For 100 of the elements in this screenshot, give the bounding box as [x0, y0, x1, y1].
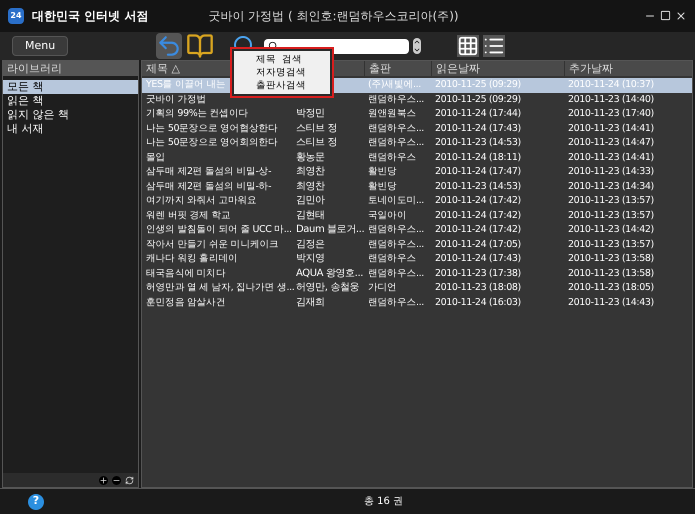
table-row[interactable]: 삼두매 제2편 돌섬의 비밀-상- 최영찬 활빈당 2010-11-24 (17:47) 2010-11-23 (14:33): [142, 165, 692, 180]
table-cell: 황농문: [296, 152, 325, 162]
table-cell: 김민아: [296, 195, 325, 206]
table-cell-text: 2010-11-23 (14:47): [567, 136, 655, 150]
spin-buttons[interactable]: [413, 38, 422, 54]
table-cell: 훈민정음 암살사건: [146, 296, 226, 308]
table-cell: AQUA 왕영호...: [296, 268, 364, 278]
table-cell-text: 랜덤하우스: [367, 252, 418, 266]
table-row[interactable]: 워렌 버핏 경제 학교 김현태 국일아이 2010-11-24 (17:42) 2010-11-23 (13:57): [142, 208, 692, 223]
menu-item[interactable]: 제목 검색: [234, 53, 330, 66]
refresh-icon[interactable]: [125, 476, 134, 484]
table-cell: 작아서 만들기 쉬운 미니케이크: [146, 238, 279, 250]
remove-icon[interactable]: [112, 476, 121, 484]
sidebar-item[interactable]: 모든 책: [3, 80, 138, 94]
table-cell-text: 2010-11-25 (09:29): [434, 78, 522, 92]
table-row[interactable]: 몰입 황농문 랜덤하우스 2010-11-24 (18:11) 2010-11-23 (14:41): [142, 150, 692, 165]
table-cell-text: 2010-11-23 (18:08): [434, 281, 522, 295]
table-cell-text: 랜덤하우스...: [367, 223, 425, 237]
table-cell-text: 2010-11-24 (10:37): [567, 78, 655, 92]
table-row[interactable]: 기획의 99%는 컨셉이다 박정민 원앤원북스 2010-11-24 (17:44) 2010-11-23 (17:40): [142, 107, 692, 122]
table-cell-text: 2010-11-23 (17:38): [434, 266, 522, 280]
table-cell: 워렌 버핏 경제 학교: [146, 210, 231, 220]
table-row[interactable]: 나는 50문장으로 영어회의한다 스티브 정 랜덤하우스... 2010-11-23 (14:53) 2010-11-23 (14:47): [142, 136, 692, 150]
table-cell-text: 2010-11-24 (18:11): [434, 150, 522, 164]
column-header[interactable]: 읽은날짜: [431, 61, 564, 76]
sidebar-item[interactable]: 읽은 책: [3, 94, 138, 108]
table-cell: 최영찬: [296, 180, 325, 192]
table-cell: 나는 50문장으로 영어회의한다: [146, 137, 278, 148]
table-row[interactable]: 허영만과 열 세 남자, 집나가면 생... 허영만, 송철웅 가디언 2010-11-23 (18:08) 2010-11-23 (18:05): [142, 281, 692, 296]
table-cell-text: 가디언: [367, 281, 398, 295]
table-cell-text: 랜덤하우스...: [367, 238, 425, 252]
table-row[interactable]: 여기까지 와줘서 고마워요 김민아 토네이도미... 2010-11-24 (17:42) 2010-11-23 (13:57): [142, 194, 692, 208]
table-cell: 스티브 정: [296, 137, 338, 148]
table-row[interactable]: 삼두매 제2편 돌섬의 비밀-하- 최영찬 활빈당 2010-11-23 (14:53) 2010-11-23 (14:34): [142, 180, 692, 194]
column-header[interactable]: 출판: [364, 61, 431, 76]
table-cell-text: 2010-11-23 (17:40): [567, 107, 655, 121]
list-view-icon[interactable]: [483, 35, 506, 57]
table-cell-text: 2010-11-23 (14:34): [567, 180, 655, 194]
sidebar-item[interactable]: 내 서재: [3, 122, 138, 136]
maximize-icon[interactable]: [660, 10, 671, 21]
table-cell-text: 랜덤하우스: [367, 150, 418, 164]
table-row[interactable]: 굿바이 가정법 랜덤하우스... 2010-11-25 (09:29) 2010-11-23 (14:40): [142, 92, 692, 107]
table-cell: 최영찬: [296, 166, 325, 177]
table-cell-text: 활빈당: [367, 180, 398, 194]
grid-view-icon[interactable]: [457, 35, 480, 57]
book-count: 총 16 권: [364, 495, 404, 509]
app-logo: 24: [8, 8, 24, 24]
table-cell-text: 2010-11-24 (16:03): [434, 296, 522, 310]
table-cell: 허영만, 송철웅: [296, 282, 360, 293]
table-cell-text: 활빈당: [367, 165, 398, 179]
table-cell: 여기까지 와줘서 고마워요: [146, 195, 257, 206]
table-cell-text: 2010-11-24 (17:42): [434, 223, 522, 237]
table-cell-text: 2010-11-25 (09:29): [434, 92, 522, 106]
table-row[interactable]: 작아서 만들기 쉬운 미니케이크 김정은 랜덤하우스... 2010-11-24 (17:05) 2010-11-23 (13:57): [142, 238, 692, 252]
table-cell: 나는 50문장으로 영어협상한다: [146, 122, 278, 134]
table-cell-text: 2010-11-23 (14:42): [567, 223, 655, 237]
table-cell: 스티브 정: [296, 122, 338, 134]
table-cell-text: 랜덤하우스...: [367, 136, 425, 150]
table-row[interactable]: 인생의 발침돌이 되어 줄 UCC 마... Daum 블로거... 랜덤하우스... 2010-11-24 (17:42) 2010-11-23 (14:42): [142, 223, 692, 238]
book-icon[interactable]: [186, 32, 214, 60]
table-cell-text: 2010-11-24 (17:47): [434, 165, 522, 179]
sidebar-item[interactable]: 읽지 않은 책: [3, 108, 138, 122]
table-row[interactable]: 훈민정음 암살사건 김재희 랜덤하우스... 2010-11-24 (16:03) 2010-11-23 (14:43): [142, 296, 692, 310]
table-cell-text: 국일아이: [367, 208, 408, 222]
table-cell: 삼두매 제2편 돌섬의 비밀-하-: [146, 180, 272, 192]
table-cell-text: 랜덤하우스...: [367, 92, 425, 106]
table-cell: 굿바이 가정법: [146, 94, 206, 104]
table-cell-text: 2010-11-24 (17:43): [434, 122, 522, 136]
menu-button[interactable]: Menu: [12, 36, 68, 56]
table-cell: 인생의 발침돌이 되어 줄 UCC 마...: [146, 224, 292, 235]
table-cell-text: 2010-11-23 (13:58): [567, 252, 655, 266]
table-cell-text: 2010-11-23 (13:57): [567, 208, 655, 222]
table-cell: 삼두매 제2편 돌섬의 비밀-상-: [146, 166, 272, 177]
close-icon[interactable]: [675, 10, 687, 22]
table-cell-text: (주)새빛에...: [367, 78, 422, 92]
table-cell-text: 2010-11-23 (13:58): [567, 266, 655, 280]
menu-item[interactable]: 저자명검색: [234, 66, 330, 79]
table-cell-text: 2010-11-24 (17:43): [434, 252, 522, 266]
table-cell-text: 2010-11-23 (14:53): [434, 180, 522, 194]
column-header[interactable]: 추가날짜: [564, 61, 692, 76]
menu-item[interactable]: 출판사검색: [234, 79, 330, 92]
table-row[interactable]: 태국음식에 미치다 AQUA 왕영호... 랜덤하우스... 2010-11-23 (17:38) 2010-11-23 (13:58): [142, 266, 692, 281]
table-cell: 김현태: [296, 210, 325, 220]
table-cell: 태국음식에 미치다: [146, 268, 226, 278]
table-cell: Daum 블로거...: [296, 224, 364, 235]
table-cell: YES를 이끌어 내는: [146, 79, 226, 90]
table-cell-text: 2010-11-24 (17:42): [434, 194, 522, 208]
table-row[interactable]: 캐나다 워킹 홀리데이 박지영 랜덤하우스 2010-11-24 (17:43) 2010-11-23 (13:58): [142, 252, 692, 266]
table-cell-text: 2010-11-24 (17:44): [434, 107, 522, 121]
table-cell-text: 2010-11-23 (14:33): [567, 165, 655, 179]
window-title: 굿바이 가정법 ( 최인호:랜덤하우스코리아(주)): [208, 8, 459, 25]
table-cell: 기획의 99%는 컨셉이다: [146, 108, 248, 119]
table-row[interactable]: 나는 50문장으로 영어협상한다 스티브 정 랜덤하우스... 2010-11-24 (17:43) 2010-11-23 (14:41): [142, 122, 692, 136]
table-cell-text: 2010-11-23 (13:57): [567, 194, 655, 208]
add-icon[interactable]: [99, 476, 108, 484]
table-cell-text: 2010-11-23 (14:53): [434, 136, 522, 150]
table-cell-text: 랜덤하우스...: [367, 296, 425, 310]
table-cell-text: 2010-11-24 (17:42): [434, 208, 522, 222]
table-cell: 박지영: [296, 253, 325, 264]
table-cell-text: 2010-11-23 (14:40): [567, 92, 655, 106]
